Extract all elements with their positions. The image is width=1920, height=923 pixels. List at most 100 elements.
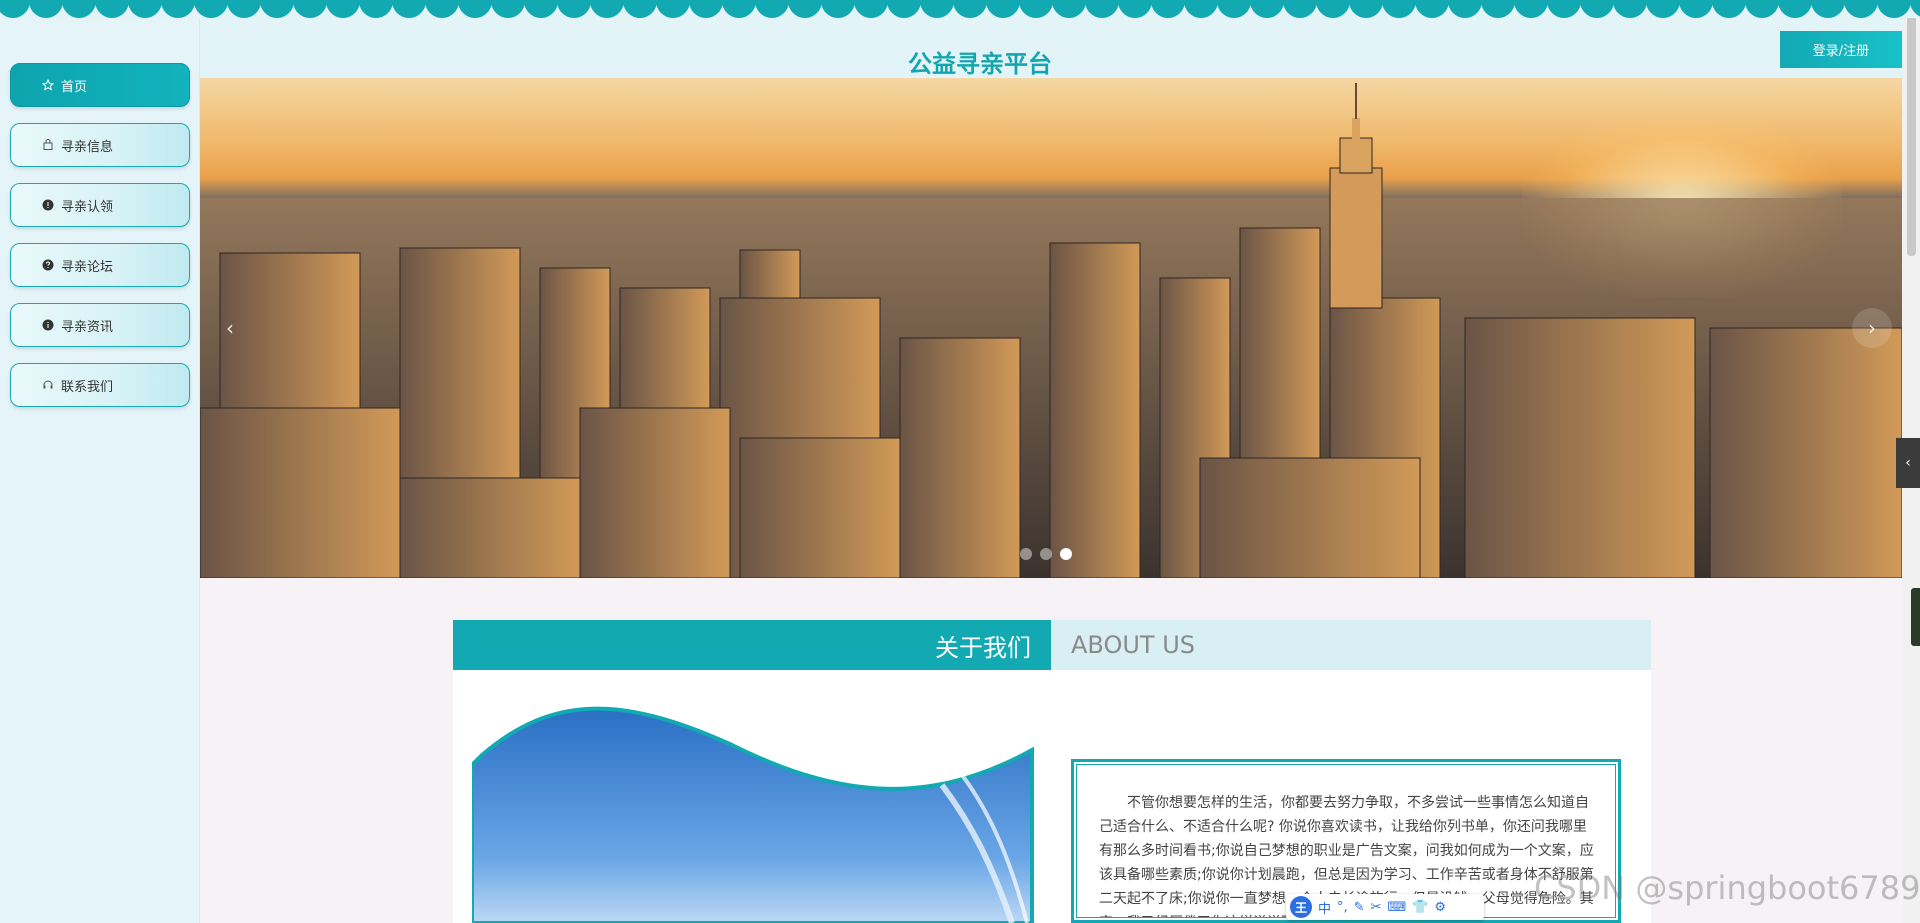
scallop <box>953 0 987 18</box>
scallop <box>1481 0 1515 18</box>
scallop <box>1745 0 1779 18</box>
carousel-dot[interactable] <box>1020 548 1032 560</box>
sidebar-item-label: 联系我们 <box>61 379 114 395</box>
scallop <box>194 0 228 18</box>
header <box>200 18 1920 78</box>
scallop <box>392 0 426 18</box>
scallop <box>293 0 327 18</box>
sidebar-item-label: 寻亲信息 <box>61 139 114 155</box>
scallop <box>1910 0 1920 18</box>
login-register-button[interactable]: 登录/注册 <box>1780 31 1902 68</box>
scallop <box>1349 0 1383 18</box>
scallop <box>458 0 492 18</box>
side-mini-widget[interactable] <box>1911 588 1920 646</box>
scallop <box>1580 0 1614 18</box>
scallop <box>821 0 855 18</box>
scallop <box>722 0 756 18</box>
about-title-en: ABOUT US <box>1071 631 1196 659</box>
sidebar-item-search-info[interactable]: 寻亲信息 <box>10 123 190 167</box>
ime-language-toggle[interactable]: 中 <box>1318 898 1331 917</box>
keyboard-icon[interactable]: ⌨ <box>1387 900 1406 915</box>
scallop <box>689 0 723 18</box>
scallop <box>425 0 459 18</box>
gear-icon[interactable]: ⚙ <box>1434 900 1446 915</box>
scallop <box>524 0 558 18</box>
scrollbar-thumb[interactable] <box>1907 16 1916 256</box>
scallop <box>62 0 96 18</box>
scallop <box>161 0 195 18</box>
sidebar-item-forum[interactable]: 寻亲论坛 <box>10 243 190 287</box>
scallop <box>1019 0 1053 18</box>
sidebar-item-label: 寻亲论坛 <box>61 259 114 275</box>
carousel-dot-active[interactable] <box>1060 548 1072 560</box>
scallop <box>1448 0 1482 18</box>
carousel-indicators <box>1020 548 1072 560</box>
scallop <box>623 0 657 18</box>
scallop <box>1877 0 1911 18</box>
carousel-dot[interactable] <box>1040 548 1052 560</box>
scallop <box>1712 0 1746 18</box>
scallop <box>788 0 822 18</box>
carousel-prev-arrow[interactable]: ‹ <box>210 308 250 348</box>
ime-toolbar[interactable]: 王 中 °, ✎ ✂ ⌨ 👕 ⚙ <box>1286 894 1484 920</box>
scallop <box>1052 0 1086 18</box>
scallop <box>1646 0 1680 18</box>
sidebar-item-contact[interactable]: 联系我们 <box>10 363 190 407</box>
city-skyline-image <box>200 83 1902 578</box>
scallop <box>1250 0 1284 18</box>
about-section-header: 关于我们 ABOUT US <box>453 620 1651 670</box>
scallop <box>326 0 360 18</box>
pen-icon[interactable]: ✎ <box>1354 900 1365 915</box>
info-circle-icon <box>41 318 55 332</box>
scallop <box>128 0 162 18</box>
headset-icon <box>41 378 55 392</box>
scallop <box>557 0 591 18</box>
sidebar-item-label: 首页 <box>61 79 88 95</box>
banner-carousel: ‹ › <box>200 78 1902 578</box>
star-icon <box>41 78 55 92</box>
scallop <box>0 0 30 18</box>
sidebar-item-label: 寻亲资讯 <box>61 319 114 335</box>
scallop <box>590 0 624 18</box>
scallop <box>29 0 63 18</box>
scallop <box>1118 0 1152 18</box>
scallop <box>887 0 921 18</box>
scallop <box>1679 0 1713 18</box>
about-title-cn: 关于我们 <box>453 620 1051 670</box>
scallop <box>656 0 690 18</box>
scallop <box>1184 0 1218 18</box>
chevron-left-icon: ‹ <box>1905 455 1911 471</box>
sidebar-item-label: 寻亲认领 <box>61 199 114 215</box>
scissors-icon[interactable]: ✂ <box>1371 900 1382 915</box>
site-title: 公益寻亲平台 <box>908 50 1052 78</box>
sidebar-item-news[interactable]: 寻亲资讯 <box>10 303 190 347</box>
scallop <box>920 0 954 18</box>
scallop <box>1316 0 1350 18</box>
scallop <box>491 0 525 18</box>
scallop <box>1382 0 1416 18</box>
csdn-watermark: CSDN @springboot6789 <box>1534 869 1920 907</box>
info-icon <box>41 198 55 212</box>
scallop <box>227 0 261 18</box>
scallop <box>1811 0 1845 18</box>
side-collapse-tab[interactable]: ‹ <box>1896 438 1920 488</box>
shirt-icon[interactable]: 👕 <box>1412 900 1428 915</box>
ime-logo-icon[interactable]: 王 <box>1290 896 1312 918</box>
scallop <box>1217 0 1251 18</box>
punctuation-icon[interactable]: °, <box>1337 900 1348 915</box>
top-scallop-border <box>0 0 1920 18</box>
scallop <box>1085 0 1119 18</box>
scallop <box>1547 0 1581 18</box>
scallop <box>1283 0 1317 18</box>
scallop <box>755 0 789 18</box>
question-icon <box>41 258 55 272</box>
scallop <box>95 0 129 18</box>
scallop <box>1778 0 1812 18</box>
scallop <box>1415 0 1449 18</box>
scallop <box>359 0 393 18</box>
carousel-next-arrow[interactable]: › <box>1852 308 1892 348</box>
sidebar-item-home[interactable]: 首页 <box>10 63 190 107</box>
scallop <box>1613 0 1647 18</box>
sidebar-item-claim[interactable]: 寻亲认领 <box>10 183 190 227</box>
scallop <box>1844 0 1878 18</box>
